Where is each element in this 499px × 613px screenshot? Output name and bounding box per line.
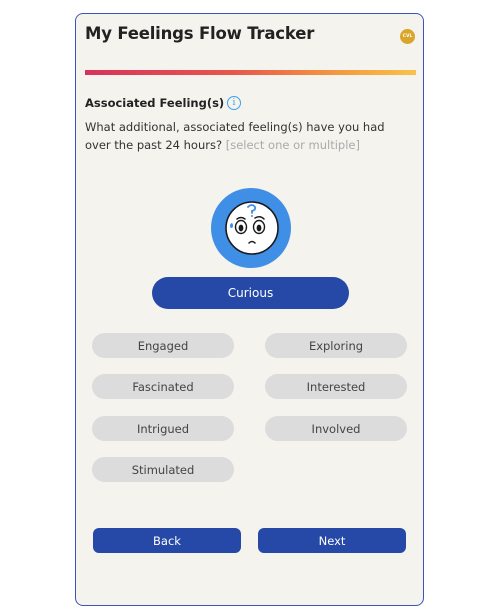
progress-bar — [85, 70, 416, 75]
question-text: What additional, associated feeling(s) h… — [85, 118, 405, 154]
feeling-chip-interested[interactable]: Interested — [265, 374, 407, 399]
curious-face-icon — [225, 201, 279, 255]
page-title: My Feelings Flow Tracker — [85, 24, 315, 43]
feeling-chip-fascinated[interactable]: Fascinated — [92, 374, 234, 399]
feeling-chip-stimulated[interactable]: Stimulated — [92, 457, 234, 482]
selected-feeling-button[interactable]: Curious — [152, 277, 349, 309]
feeling-chip-exploring[interactable]: Exploring — [265, 333, 407, 358]
feeling-chip-intrigued[interactable]: Intrigued — [92, 416, 234, 441]
info-icon[interactable]: i — [227, 96, 241, 110]
section-title: Associated Feeling(s) — [85, 96, 225, 110]
feeling-avatar — [211, 188, 291, 268]
question-hint: [select one or multiple] — [225, 138, 360, 152]
back-button[interactable]: Back — [93, 528, 241, 553]
feeling-chip-engaged[interactable]: Engaged — [92, 333, 234, 358]
next-button[interactable]: Next — [258, 528, 406, 553]
cvl-badge[interactable]: CVL — [400, 29, 415, 44]
tracker-card: My Feelings Flow Tracker CVL Associated … — [75, 13, 424, 606]
feeling-chip-involved[interactable]: Involved — [265, 416, 407, 441]
